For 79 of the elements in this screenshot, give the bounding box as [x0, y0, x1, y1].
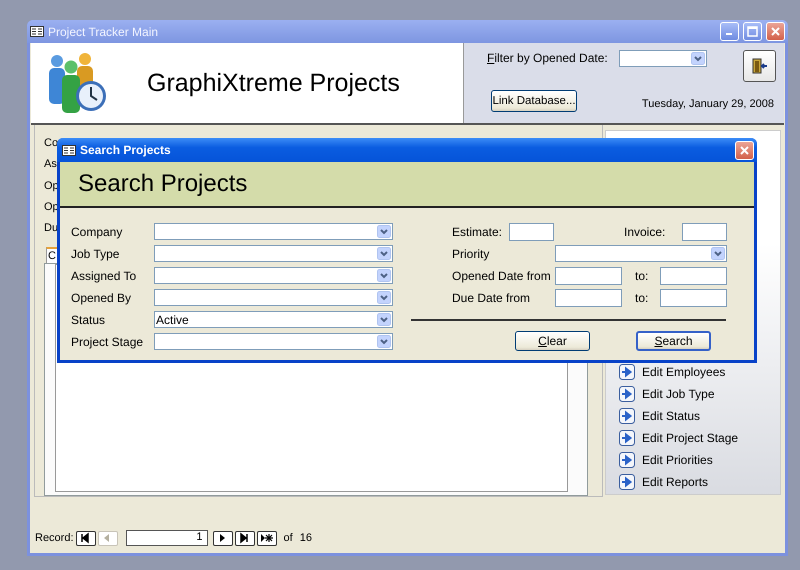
field-label: Due Date from — [452, 290, 532, 304]
arrow-right-icon — [619, 364, 635, 380]
date-field[interactable] — [555, 266, 622, 284]
combo-box[interactable] — [154, 223, 393, 240]
combo-box[interactable]: Active — [154, 311, 393, 328]
arrow-right-icon — [619, 408, 635, 424]
minimize-button[interactable] — [720, 22, 739, 41]
date-field[interactable] — [660, 266, 727, 284]
form-icon — [30, 26, 44, 37]
nav-item[interactable]: Edit Status — [619, 407, 780, 425]
combo-box[interactable] — [154, 289, 393, 306]
maximize-button[interactable] — [743, 22, 762, 41]
chevron-down-icon — [691, 52, 705, 65]
new-record-icon — [260, 532, 274, 544]
chevron-down-icon — [377, 335, 391, 348]
filter-combo-box[interactable] — [619, 50, 707, 67]
combo-box[interactable] — [154, 333, 393, 350]
exit-button[interactable] — [743, 50, 776, 82]
chevron-down-icon — [711, 247, 725, 260]
nav-item[interactable]: Edit Job Type — [619, 385, 780, 403]
field-label: Invoice: — [624, 224, 666, 238]
estimate-field[interactable] — [509, 222, 554, 240]
record-label: Record: — [35, 532, 74, 544]
tab[interactable]: C — [46, 246, 58, 264]
new-record-button[interactable] — [256, 530, 277, 546]
field-label: Co — [44, 137, 58, 151]
combo-box[interactable] — [154, 245, 393, 262]
link-database-button[interactable]: Link Database... — [491, 90, 577, 112]
chevron-down-icon — [377, 225, 391, 238]
app-title: GraphiXtreme Projects — [147, 68, 400, 98]
dialog-heading: Search Projects — [78, 170, 248, 198]
close-icon — [770, 26, 781, 37]
nav-item[interactable]: Edit Employees — [619, 363, 780, 381]
close-icon — [739, 144, 750, 156]
field-label: to: — [635, 268, 650, 282]
form-icon — [62, 144, 76, 156]
last-record-button[interactable] — [234, 530, 255, 546]
record-count-label: of — [284, 532, 293, 544]
date-field[interactable] — [555, 288, 622, 306]
combo-box[interactable] — [555, 245, 727, 262]
arrow-right-icon — [619, 474, 635, 490]
window-title: Project Tracker Main — [48, 24, 160, 38]
close-button[interactable] — [735, 140, 754, 160]
nav-item[interactable]: Edit Priorities — [619, 451, 780, 469]
field-label: Job Type — [71, 246, 120, 260]
next-record-button[interactable] — [212, 530, 233, 546]
record-total: 16 — [300, 532, 312, 544]
close-button[interactable] — [766, 22, 785, 41]
dialog-title: Search Projects — [80, 143, 172, 157]
door-exit-icon — [750, 57, 768, 75]
arrow-right-icon — [619, 386, 635, 402]
field-label: Company — [71, 224, 124, 238]
chevron-down-icon — [377, 291, 391, 304]
dialog-button[interactable]: Clear — [515, 331, 590, 351]
field-label: to: — [635, 290, 650, 304]
field-label: Assigned To — [71, 268, 138, 282]
field-label: Priority — [452, 246, 490, 260]
field-label: Opened By — [71, 290, 132, 304]
filter-label: Filter by Opened Date: — [487, 51, 608, 65]
chevron-down-icon — [377, 269, 391, 282]
record-number-field[interactable]: 1 — [126, 530, 208, 546]
field-label: Project Stage — [71, 334, 144, 348]
maximize-icon — [747, 26, 758, 37]
first-record-button[interactable] — [76, 530, 96, 546]
chevron-down-icon — [377, 247, 391, 260]
field-label: As — [44, 158, 57, 172]
field-label: Status — [71, 312, 106, 326]
nav-item[interactable]: Edit Project Stage — [619, 429, 780, 447]
date-label: Tuesday, January 29, 2008 — [642, 98, 774, 110]
arrow-right-icon — [619, 430, 635, 446]
combo-box[interactable] — [154, 267, 393, 284]
invoice-field[interactable] — [682, 222, 727, 240]
nav-item[interactable]: Edit Reports — [619, 473, 780, 491]
date-field[interactable] — [660, 288, 727, 306]
dialog-button[interactable]: Search — [636, 331, 711, 351]
field-label: Estimate: — [452, 224, 504, 238]
field-label: Opened Date from — [452, 268, 552, 282]
arrow-right-icon — [619, 452, 635, 468]
chevron-down-icon — [377, 313, 391, 326]
